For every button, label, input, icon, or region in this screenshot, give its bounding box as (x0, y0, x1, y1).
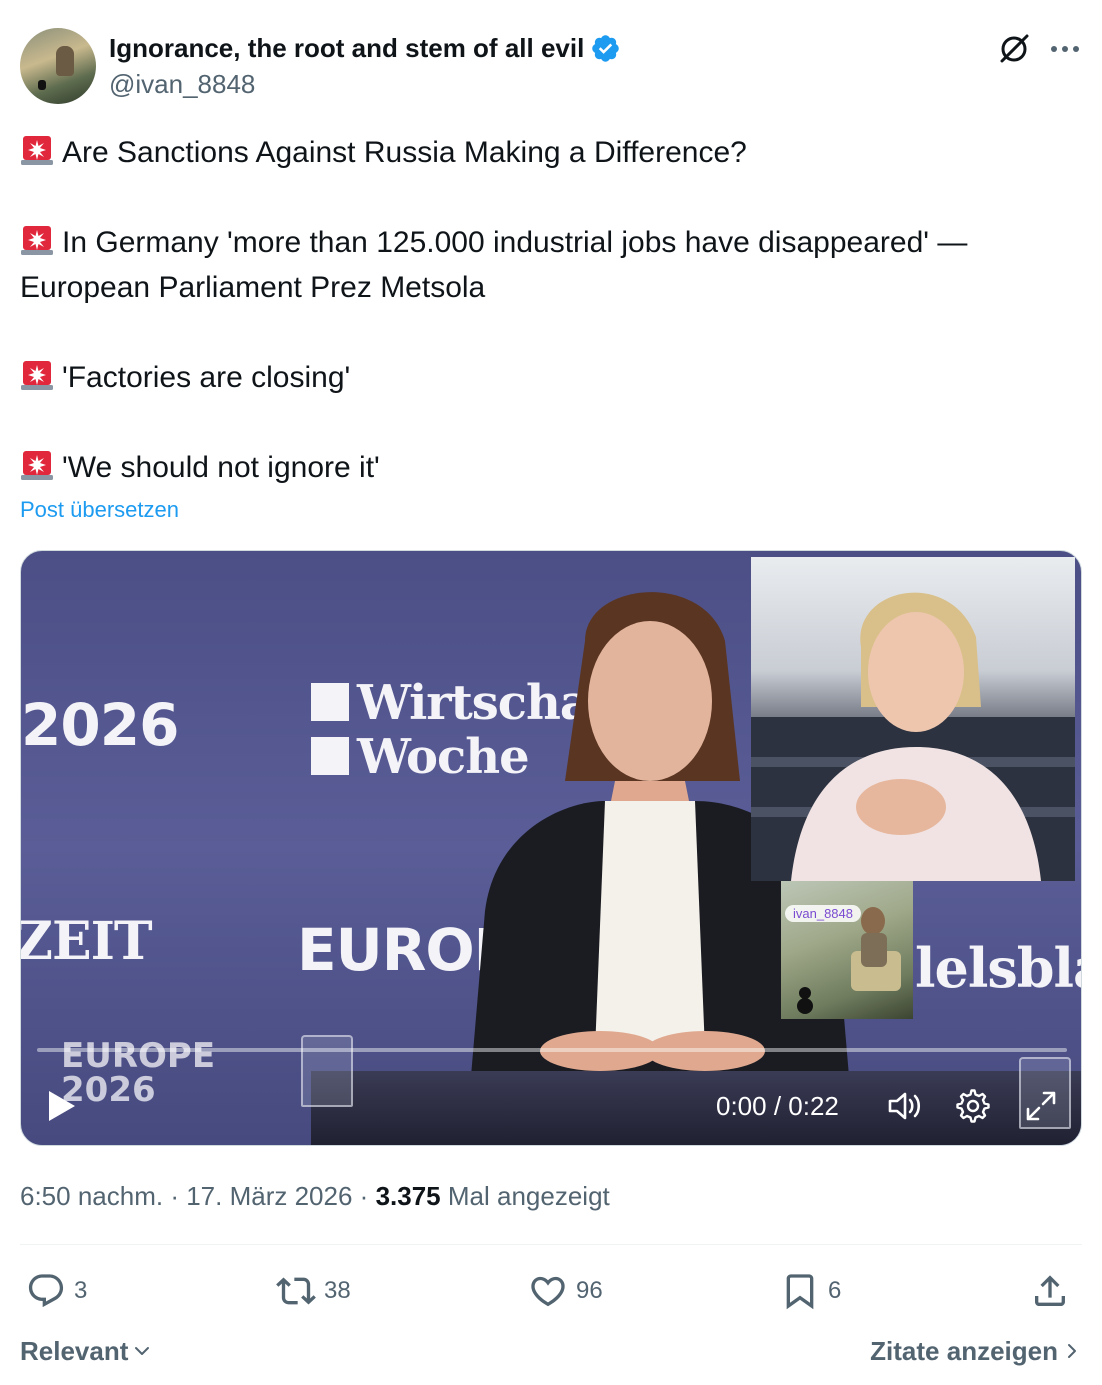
repost-button[interactable]: 38 (276, 1268, 351, 1314)
action-bar: 3 38 96 6 (20, 1268, 1082, 1314)
share-icon (1035, 1275, 1065, 1306)
view-quotes-label: Zitate anzeigen (870, 1336, 1058, 1366)
overlay-photo-boy: ivan_8848 (781, 881, 913, 1019)
meta-separator: · (170, 1181, 187, 1211)
divider (20, 1244, 1082, 1245)
translate-link[interactable]: Post übersetzen (20, 497, 179, 523)
view-quotes-link[interactable]: Zitate anzeigen (870, 1334, 1082, 1368)
post-paragraph-text: 'We should not ignore it' (62, 451, 380, 484)
heart-icon (531, 1276, 565, 1307)
post-paragraph: 'We should not ignore it' (20, 445, 1082, 490)
video-progress-bar[interactable] (37, 1048, 1067, 1052)
post-time[interactable]: 6:50 nachm. (20, 1181, 163, 1211)
rotating-light-icon (21, 361, 53, 390)
sort-dropdown[interactable]: Relevant (20, 1334, 152, 1368)
play-icon[interactable] (47, 1089, 77, 1123)
rotating-light-icon (21, 226, 53, 255)
post-paragraph-text: Are Sanctions Against Russia Making a Di… (62, 136, 747, 169)
bookmark-icon (786, 1274, 814, 1310)
overlay-photo-woman (751, 557, 1075, 881)
bookmark-button[interactable]: 6 (780, 1268, 841, 1314)
backdrop-year-text: 2026 (21, 691, 179, 759)
reply-count: 3 (74, 1277, 88, 1304)
more-icon[interactable] (1048, 34, 1082, 64)
grok-icon[interactable] (997, 32, 1031, 66)
video-time: 0:00 / 0:22 (716, 1091, 839, 1121)
volume-muted-icon[interactable] (887, 1089, 923, 1123)
like-button[interactable]: 96 (528, 1268, 603, 1314)
event-logo-line: EUROPE (61, 1036, 216, 1076)
avatar[interactable] (20, 28, 96, 104)
post-meta: 6:50 nachm. · 17. März 2026 · 3.375 Mal … (20, 1178, 610, 1214)
post-paragraph: In Germany 'more than 125.000 industrial… (20, 220, 1082, 310)
post-text: Are Sanctions Against Russia Making a Di… (20, 130, 1082, 490)
share-button[interactable] (1030, 1268, 1078, 1314)
repost-count: 38 (324, 1277, 351, 1304)
rotating-light-icon (21, 136, 53, 165)
sort-label: Relevant (20, 1336, 129, 1366)
post-header: Ignorance, the root and stem of all evil… (20, 28, 1082, 104)
event-logo-line: 2026 (61, 1070, 156, 1110)
meta-separator: · (359, 1181, 376, 1211)
backdrop-zeit-text: ZEIT (20, 911, 153, 972)
wiwo-logo-block (311, 683, 349, 721)
settings-gear-icon[interactable] (956, 1089, 990, 1123)
chevron-right-icon (1068, 1344, 1076, 1358)
post-paragraph-text: 'Factories are closing' (62, 361, 351, 394)
water-glass (301, 1035, 353, 1107)
post-date[interactable]: 17. März 2026 (186, 1181, 352, 1211)
post-paragraph: Are Sanctions Against Russia Making a Di… (20, 130, 1082, 175)
wiwo-logo-block (311, 737, 349, 775)
post-paragraph: 'Factories are closing' (20, 355, 1082, 400)
like-count: 96 (576, 1277, 603, 1304)
handle[interactable]: @ivan_8848 (109, 68, 255, 100)
video-player[interactable]: 2026 Wirtschafts Woche ZEIT EUROPE lelsb… (20, 550, 1082, 1146)
reply-icon (28, 1274, 64, 1308)
view-count: 3.375 (375, 1181, 441, 1211)
view-label: Mal angezeigt (447, 1181, 610, 1211)
bookmark-count: 6 (828, 1277, 842, 1304)
fullscreen-icon[interactable] (1024, 1089, 1058, 1123)
verified-badge-icon (592, 34, 620, 62)
display-name[interactable]: Ignorance, the root and stem of all evil (109, 32, 621, 64)
chevron-down-icon (135, 1347, 150, 1355)
display-name-text[interactable]: Ignorance, the root and stem of all evil (109, 32, 584, 64)
overlay-photo-woman-art (751, 592, 1075, 881)
post-paragraph-text: In Germany 'more than 125.000 industrial… (20, 226, 968, 304)
repost-icon (276, 1277, 316, 1305)
overlay-photo-boy-art (797, 907, 901, 1014)
backdrop-handelsblatt-text: lelsblatt (915, 936, 1081, 1000)
watermark-label: ivan_8848 (785, 905, 861, 922)
rotating-light-icon (21, 451, 53, 480)
reply-button[interactable]: 3 (26, 1268, 87, 1314)
